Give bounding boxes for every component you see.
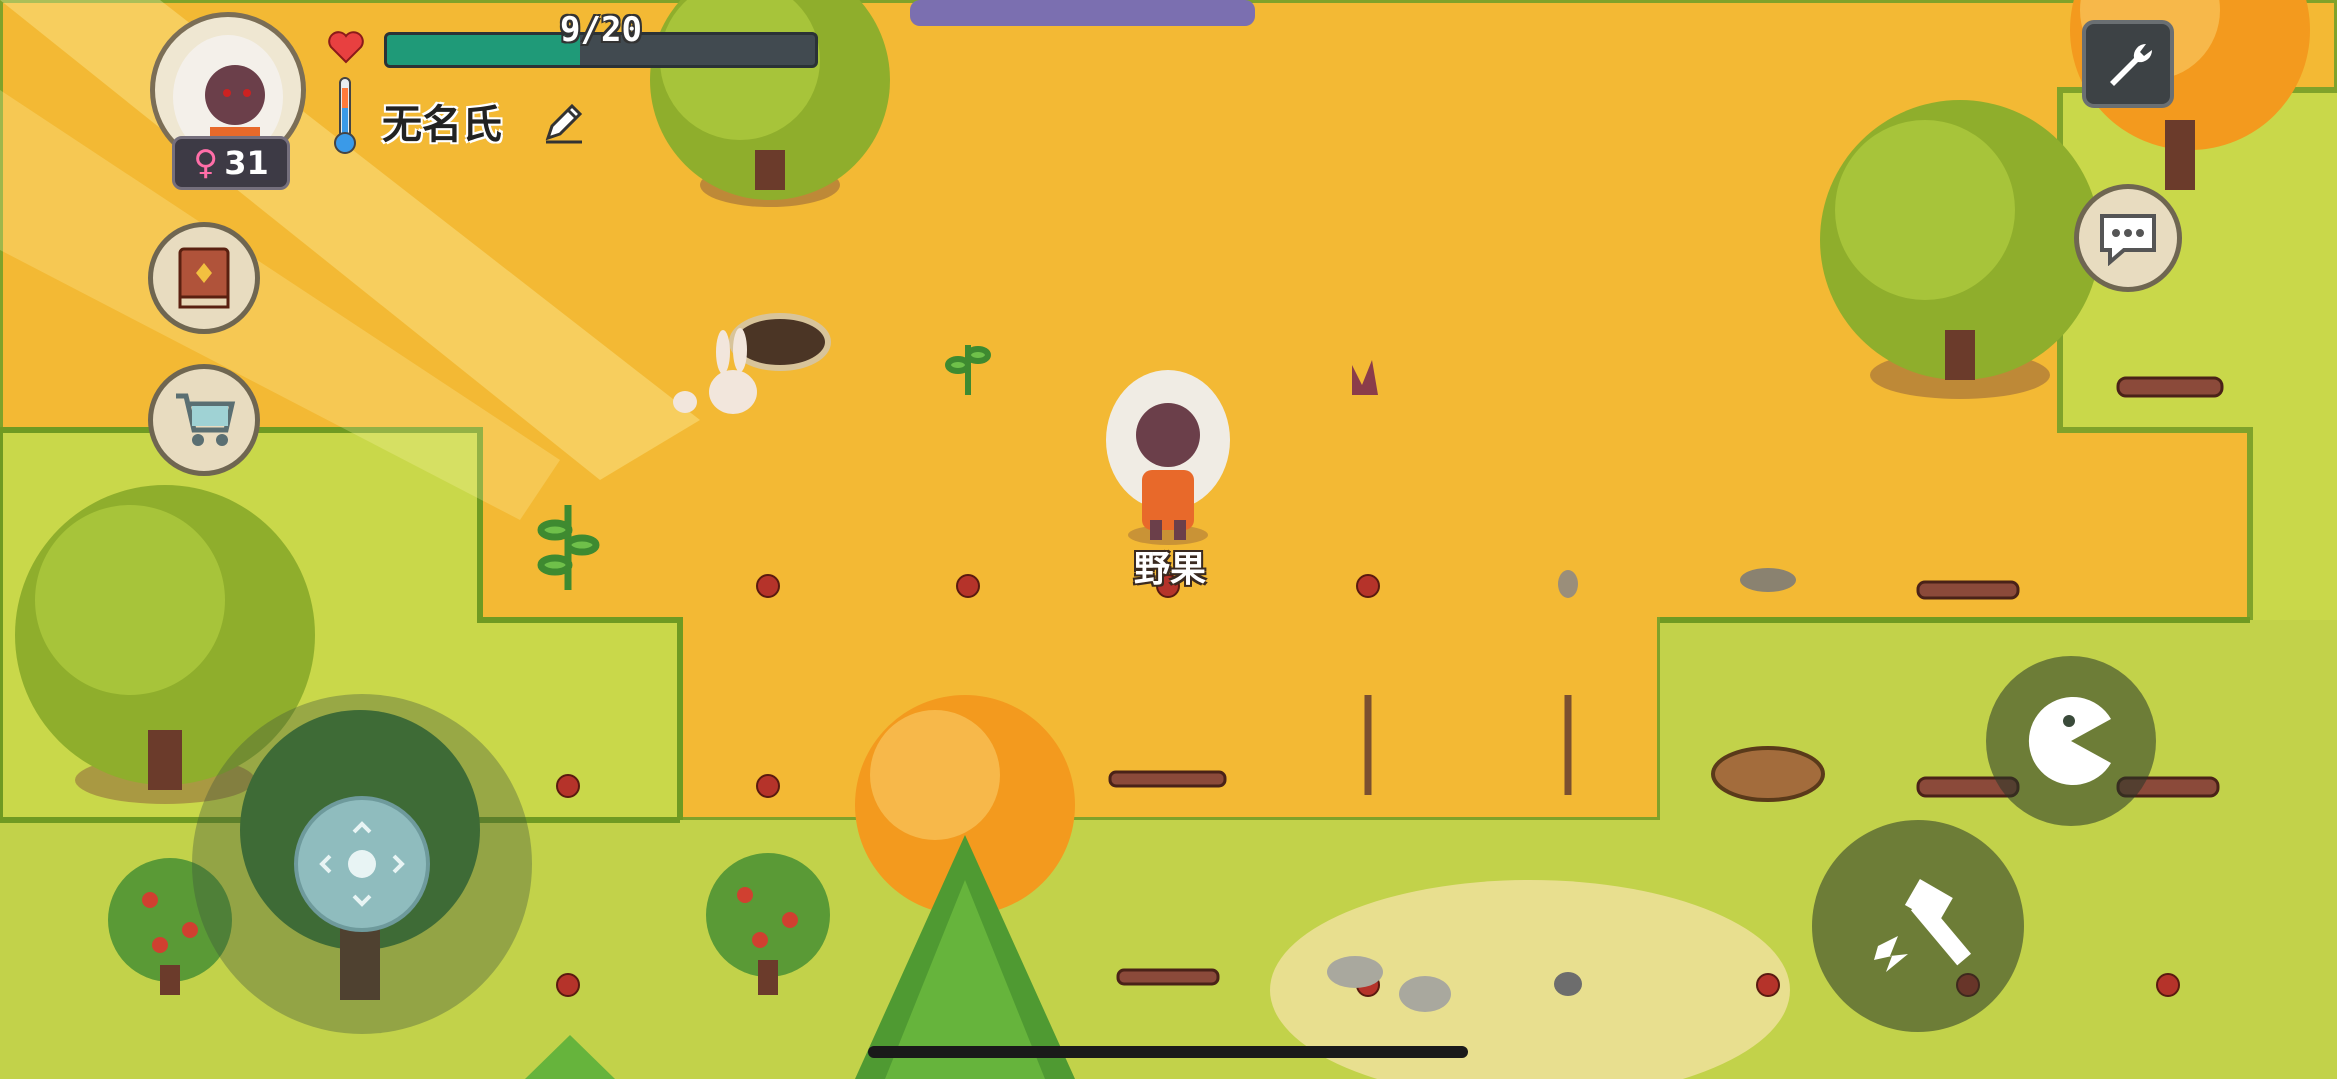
female-gender-icon: ♀ (193, 143, 219, 183)
hammer-icon (1874, 879, 1972, 972)
heart-icon (328, 31, 364, 64)
shop-button[interactable] (148, 364, 260, 476)
dpad-arrows-icon (319, 821, 405, 907)
eat-button[interactable] (1986, 656, 2156, 826)
pencil-icon[interactable] (540, 98, 588, 146)
wild-carrot (1740, 568, 1796, 592)
thermometer-icon (334, 77, 356, 154)
book-icon (178, 247, 230, 309)
flint-stone (1558, 570, 1578, 598)
shopping-cart-icon (176, 393, 236, 446)
age-value: 31 (224, 144, 269, 182)
wrench-icon (2110, 43, 2153, 86)
chat-button[interactable] (2074, 184, 2182, 292)
nearby-item-label: 野果 (1133, 549, 1206, 590)
book-button[interactable] (148, 222, 260, 334)
settings-button[interactable] (2082, 20, 2174, 108)
pacman-eat-icon (2028, 697, 2111, 785)
home-indicator[interactable] (868, 1046, 1468, 1058)
water-pool (910, 0, 1255, 26)
health-text: 9/20 (560, 10, 642, 50)
chat-bubble-icon (2100, 214, 2156, 266)
player-name: 无名氏 (382, 102, 502, 148)
joystick-knob[interactable] (294, 796, 430, 932)
basket (1711, 746, 1825, 802)
age-badge: ♀ 31 (172, 136, 290, 190)
tool-action-button[interactable] (1812, 820, 2024, 1032)
round-stone (1554, 972, 1582, 996)
baby-rabbit (673, 391, 697, 413)
